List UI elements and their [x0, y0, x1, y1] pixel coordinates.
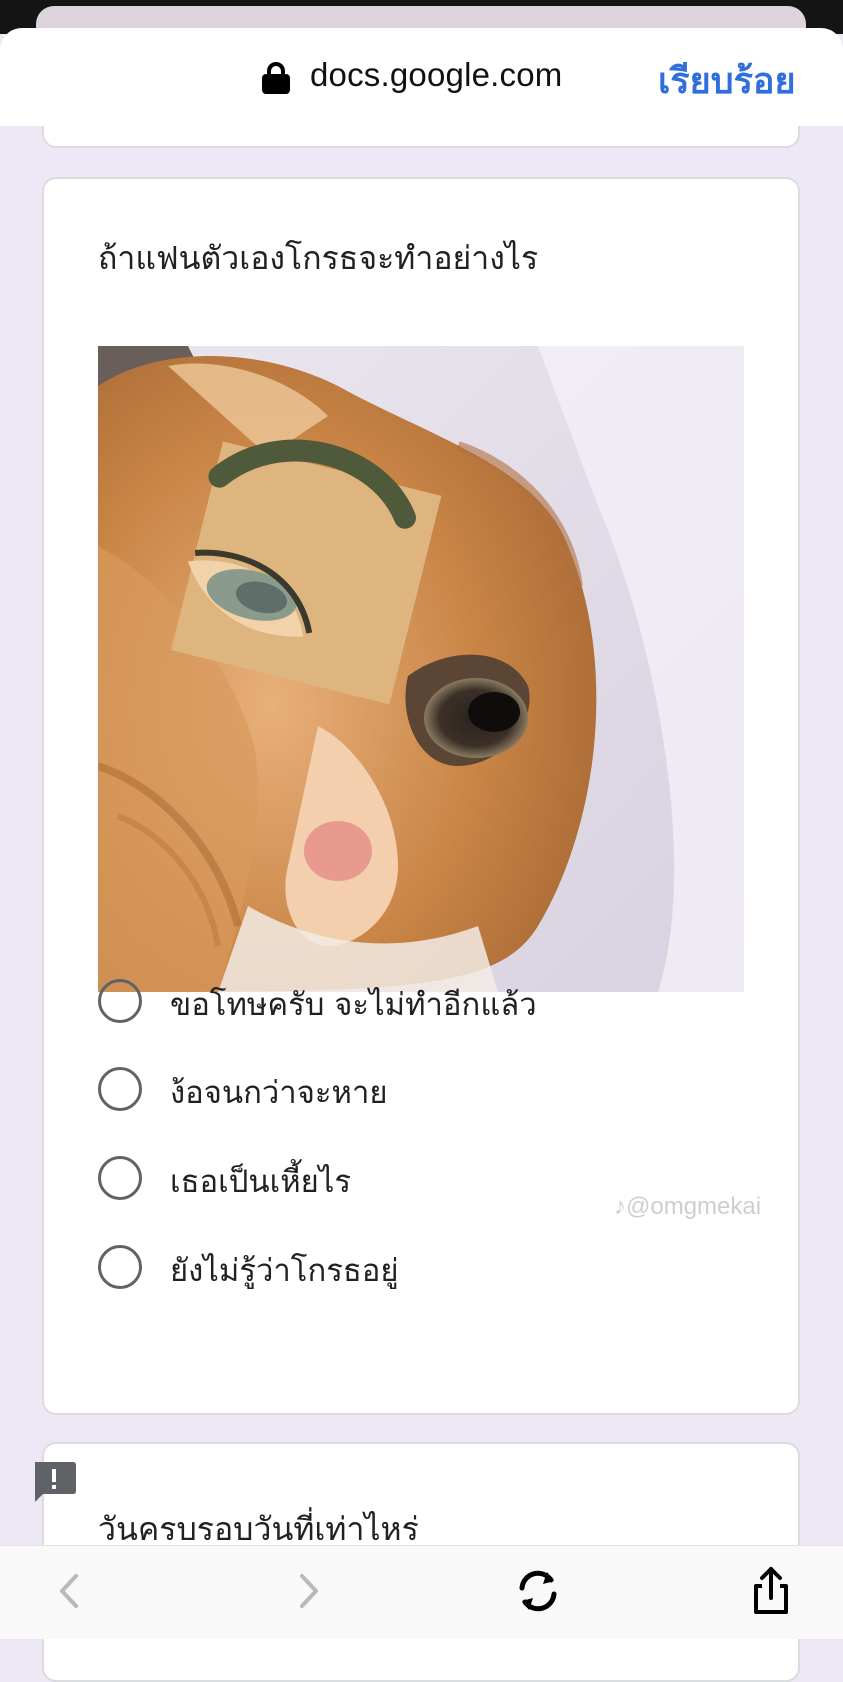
option-label: ง้อจนกว่าจะหาย [170, 1075, 388, 1111]
cat-meme-image [98, 346, 744, 992]
reload-icon[interactable] [513, 1566, 563, 1616]
radio-button[interactable] [98, 1067, 142, 1111]
share-icon[interactable] [746, 1566, 796, 1616]
radio-button[interactable] [98, 1156, 142, 1200]
done-button[interactable]: เรียบร้อย [658, 52, 796, 109]
tiktok-watermark: ♪@omgmekai [614, 1193, 762, 1220]
forward-chevron-icon[interactable] [282, 1566, 332, 1616]
lock-icon [262, 62, 290, 94]
back-chevron-icon[interactable] [46, 1566, 96, 1616]
url-text[interactable]: docs.google.com [310, 56, 562, 94]
option-label: เธอเป็นเหี้ยไร [170, 1164, 352, 1200]
browser-toolbar [0, 1545, 843, 1639]
report-feedback-icon[interactable] [31, 1460, 77, 1502]
radio-button[interactable] [98, 1245, 142, 1289]
option-label: ขอโทษครับ จะไม่ทำอีกแล้ว [170, 987, 537, 1023]
question-card: ถ้าแฟนตัวเองโกรธจะทำอย่างไร ขอโทษครับ จะ… [42, 177, 800, 1415]
radio-button[interactable] [98, 979, 142, 1023]
browser-address-bar[interactable]: docs.google.com เรียบร้อย [0, 28, 843, 126]
option-label: ยังไม่รู้ว่าโกรธอยู่ [170, 1253, 399, 1289]
question-title: ถ้าแฟนตัวเองโกรธจะทำอย่างไร [98, 239, 539, 277]
